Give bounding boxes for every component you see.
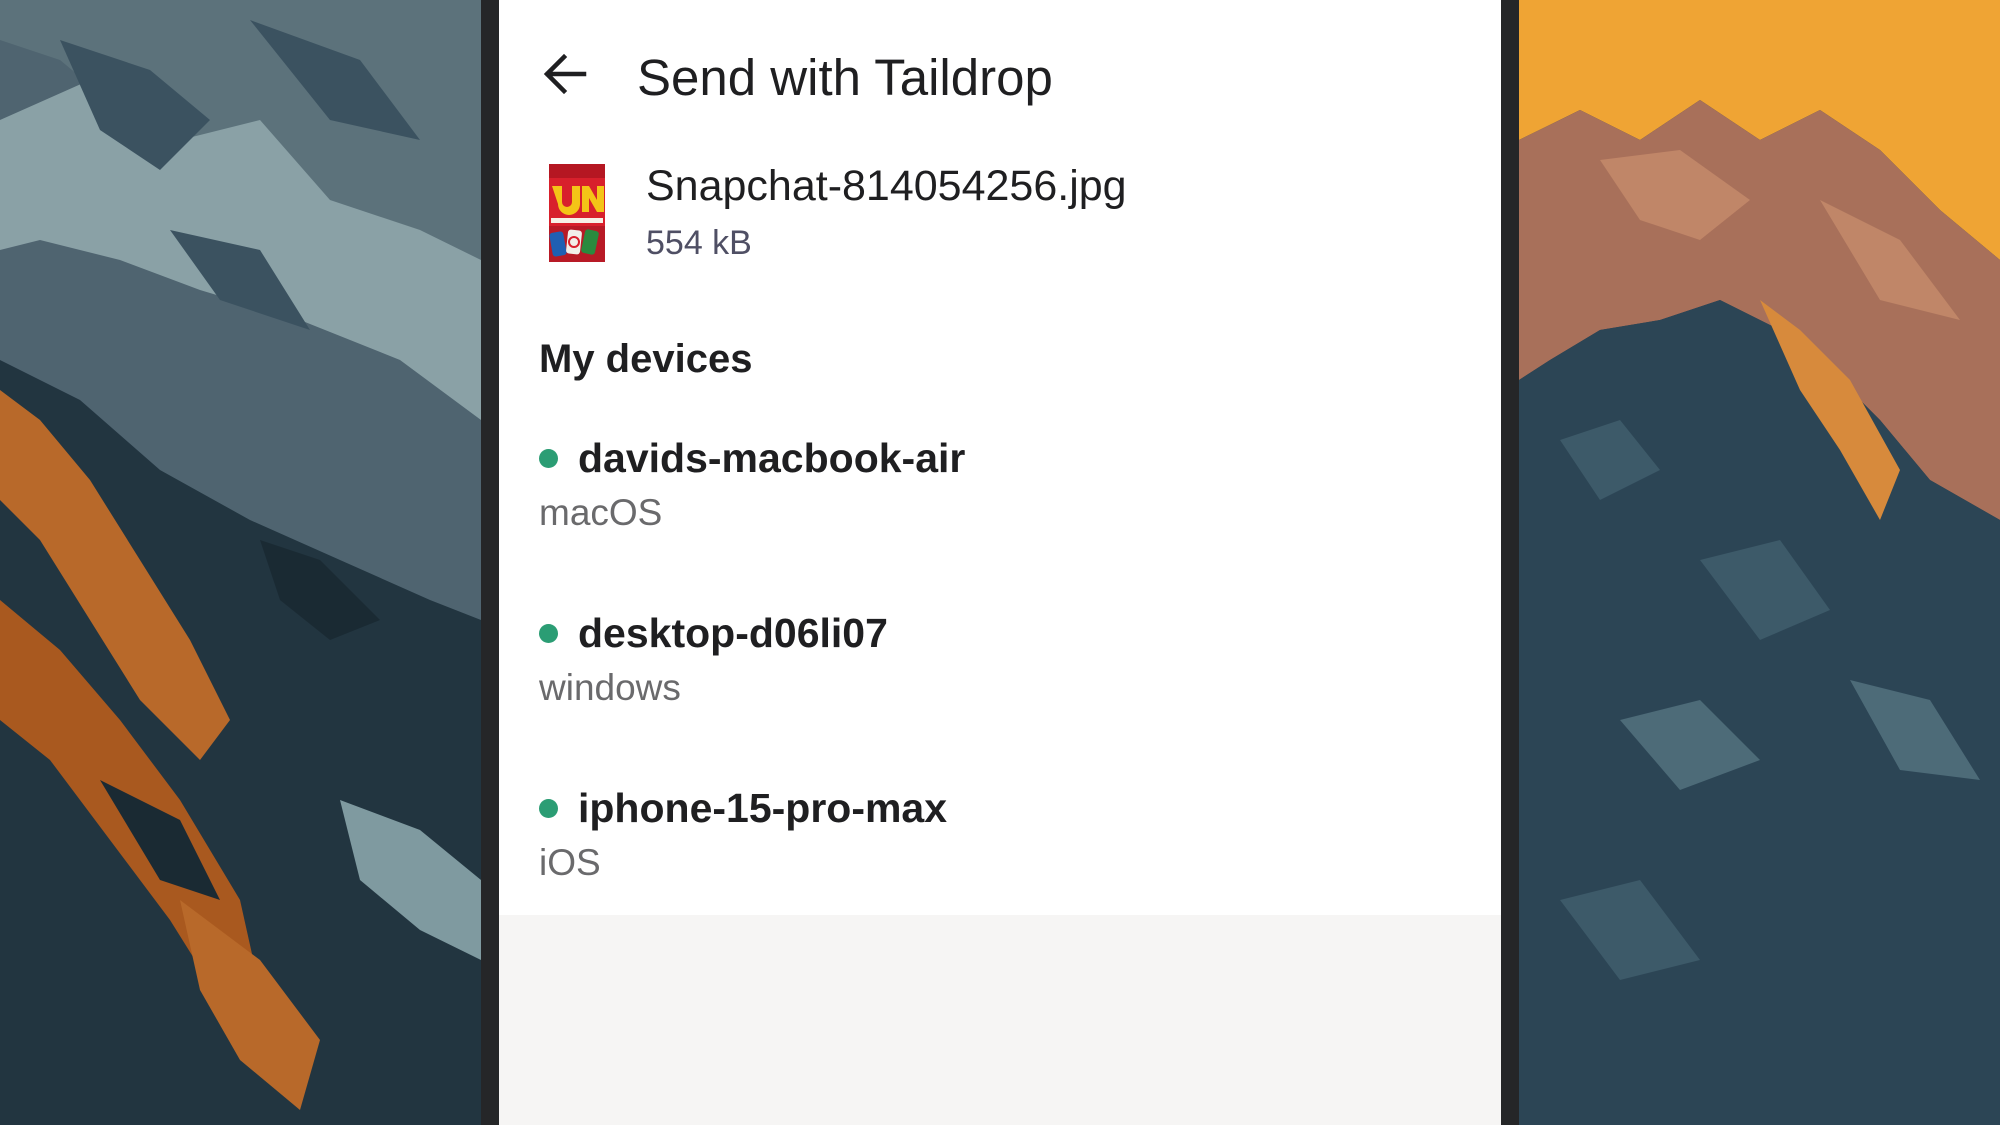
device-row-davids-macbook-air[interactable]: davids-macbook-air macOS: [499, 412, 1501, 562]
device-os: windows: [539, 667, 681, 708]
taildrop-share-screen: Send with Taildrop Snapchat-814054256.jp…: [499, 0, 1501, 1125]
share-sheet: Send with Taildrop Snapchat-814054256.jp…: [499, 0, 1501, 915]
file-size: 554 kB: [646, 224, 752, 262]
device-row-iphone-15-pro-max[interactable]: iphone-15-pro-max iOS: [499, 762, 1501, 912]
device-name: desktop-d06li07: [578, 610, 888, 656]
online-status-dot: [539, 624, 558, 643]
page-title: Send with Taildrop: [637, 49, 1053, 106]
device-os: iOS: [539, 842, 601, 883]
devices-section-heading: My devices: [539, 337, 753, 381]
screen: Send with Taildrop Snapchat-814054256.jp…: [0, 0, 2000, 1125]
file-name: Snapchat-814054256.jpg: [646, 162, 1127, 210]
device-row-desktop-d06li07[interactable]: desktop-d06li07 windows: [499, 587, 1501, 737]
online-status-dot: [539, 449, 558, 468]
device-name: davids-macbook-air: [578, 435, 966, 481]
image-thumbnail-icon: [549, 164, 605, 262]
device-os: macOS: [539, 492, 663, 533]
file-thumbnail: [549, 164, 605, 262]
arrow-left-icon: [543, 53, 587, 95]
back-button[interactable]: [535, 44, 595, 104]
online-status-dot: [539, 799, 558, 818]
device-name: iphone-15-pro-max: [578, 785, 948, 831]
